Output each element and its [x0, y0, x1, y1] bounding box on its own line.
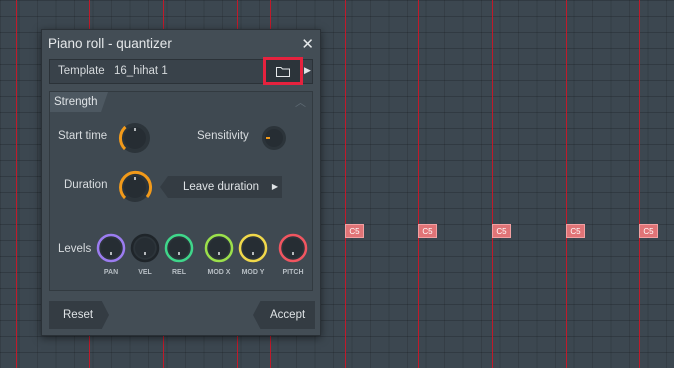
bar-line	[16, 0, 17, 368]
rel-knob[interactable]	[163, 232, 195, 264]
mod-y-knob[interactable]	[237, 232, 269, 264]
close-icon[interactable]: ✕	[301, 35, 314, 53]
bar-line	[345, 0, 346, 368]
bar-line	[492, 0, 493, 368]
mod-x-knob[interactable]	[203, 232, 235, 264]
pan-label: PAN	[103, 269, 119, 276]
vel-label: VEL	[138, 269, 152, 276]
next-template-arrow[interactable]: ▶	[304, 65, 314, 76]
template-label: Template	[58, 65, 105, 77]
template-row: Template 16_hihat 1 ▶	[49, 57, 314, 85]
collapse-icon[interactable]: ︿	[295, 94, 306, 110]
mod-y-label: MOD Y	[241, 269, 265, 276]
duration-mode-select[interactable]: Leave duration ▶	[160, 176, 282, 198]
note-c5[interactable]: C5	[492, 224, 511, 238]
note-c5[interactable]: C5	[345, 224, 364, 238]
accept-button[interactable]: Accept	[253, 301, 315, 329]
browse-template-button[interactable]	[263, 57, 303, 85]
pitch-knob[interactable]	[277, 232, 309, 264]
reset-button[interactable]: Reset	[49, 301, 109, 329]
mod-x-label: MOD X	[207, 269, 231, 276]
note-c5[interactable]: C5	[418, 224, 437, 238]
duration-label: Duration	[64, 179, 108, 191]
bar-line	[639, 0, 640, 368]
note-c5[interactable]: C5	[639, 224, 658, 238]
start-time-label: Start time	[58, 130, 108, 142]
bar-line	[566, 0, 567, 368]
sensitivity-knob[interactable]	[259, 123, 289, 153]
chevron-right-icon: ▶	[271, 182, 278, 191]
note-c5[interactable]: C5	[566, 224, 585, 238]
rel-label: REL	[172, 269, 186, 276]
levels-label: Levels	[58, 243, 92, 255]
folder-icon	[276, 66, 290, 77]
pan-knob[interactable]	[95, 232, 127, 264]
dialog-title: Piano roll - quantizer	[48, 36, 172, 51]
sensitivity-label: Sensitivity	[197, 130, 249, 142]
pitch-label: PITCH	[282, 269, 304, 276]
strength-tab[interactable]: Strength	[50, 92, 108, 112]
template-value[interactable]: 16_hihat 1	[114, 65, 168, 77]
vel-knob[interactable]	[129, 232, 161, 264]
start-time-knob[interactable]	[117, 120, 153, 156]
duration-knob[interactable]	[117, 169, 153, 205]
strength-panel: Strength ︿ Start time Sensitivity Durati…	[49, 91, 313, 291]
bar-line	[418, 0, 419, 368]
duration-select-value: Leave duration	[182, 181, 260, 193]
quantizer-dialog: Piano roll - quantizer ✕ Template 16_hih…	[41, 29, 321, 336]
